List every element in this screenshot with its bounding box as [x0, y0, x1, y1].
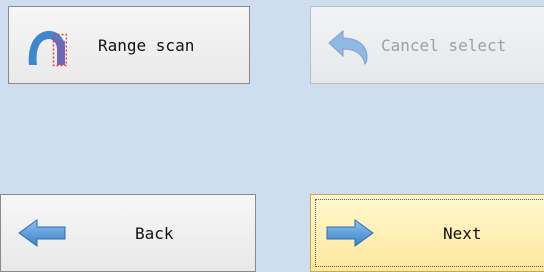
- next-button[interactable]: Next: [310, 194, 544, 272]
- next-label: Next: [443, 224, 482, 243]
- range-scan-icon: [23, 27, 68, 71]
- undo-arrow-icon: [327, 29, 371, 69]
- cancel-select-label: Cancel select: [381, 36, 507, 55]
- cancel-select-button[interactable]: Cancel select: [310, 6, 544, 84]
- range-scan-button[interactable]: Range scan: [8, 6, 250, 84]
- back-label: Back: [135, 224, 174, 243]
- arrow-right-icon: [325, 219, 375, 251]
- range-scan-label: Range scan: [98, 36, 195, 55]
- arrow-left-icon: [17, 219, 67, 251]
- back-button[interactable]: Back: [0, 194, 256, 272]
